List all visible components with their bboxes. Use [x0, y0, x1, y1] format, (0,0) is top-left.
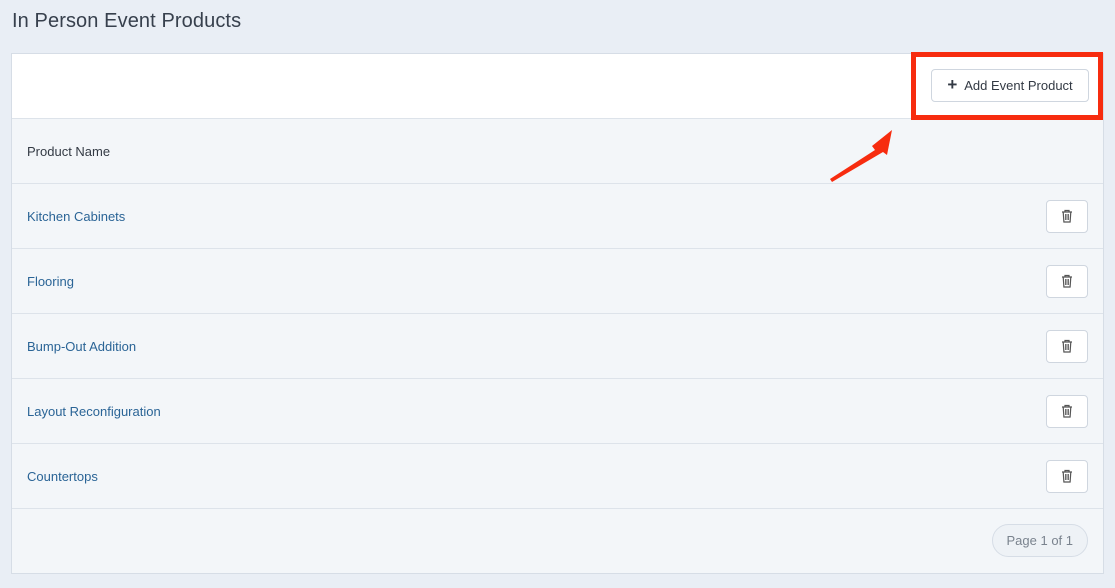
trash-icon [1062, 339, 1072, 353]
table-row: Kitchen Cabinets [12, 184, 1103, 249]
trash-icon [1062, 404, 1072, 418]
delete-button[interactable] [1046, 394, 1088, 428]
product-link[interactable]: Layout Reconfiguration [27, 404, 161, 419]
product-link[interactable]: Kitchen Cabinets [27, 209, 125, 224]
toolbar: + Add Event Product [12, 54, 1103, 119]
table-row: Flooring [12, 249, 1103, 314]
delete-button[interactable] [1046, 199, 1088, 233]
product-link[interactable]: Flooring [27, 274, 74, 289]
pagination-indicator: Page 1 of 1 [991, 524, 1088, 557]
column-header-product-name: Product Name [27, 143, 111, 159]
table-footer: Page 1 of 1 [12, 509, 1103, 572]
trash-icon [1062, 209, 1072, 223]
table-row: Bump-Out Addition [12, 314, 1103, 379]
delete-button[interactable] [1046, 459, 1088, 493]
table-row: Layout Reconfiguration [12, 379, 1103, 444]
products-panel: + Add Event Product Product Name Kitchen… [11, 53, 1104, 574]
trash-icon [1062, 469, 1072, 483]
trash-icon [1062, 274, 1072, 288]
plus-icon: + [947, 75, 958, 94]
table-header: Product Name [12, 119, 1103, 184]
product-link[interactable]: Countertops [27, 469, 98, 484]
table-row: Countertops [12, 444, 1103, 509]
page-title: In Person Event Products [12, 10, 242, 32]
delete-button[interactable] [1046, 329, 1088, 363]
delete-button[interactable] [1046, 264, 1088, 298]
add-event-product-button[interactable]: + Add Event Product [931, 69, 1089, 102]
product-link[interactable]: Bump-Out Addition [27, 339, 136, 354]
add-event-product-label: Add Event Product [964, 78, 1073, 93]
